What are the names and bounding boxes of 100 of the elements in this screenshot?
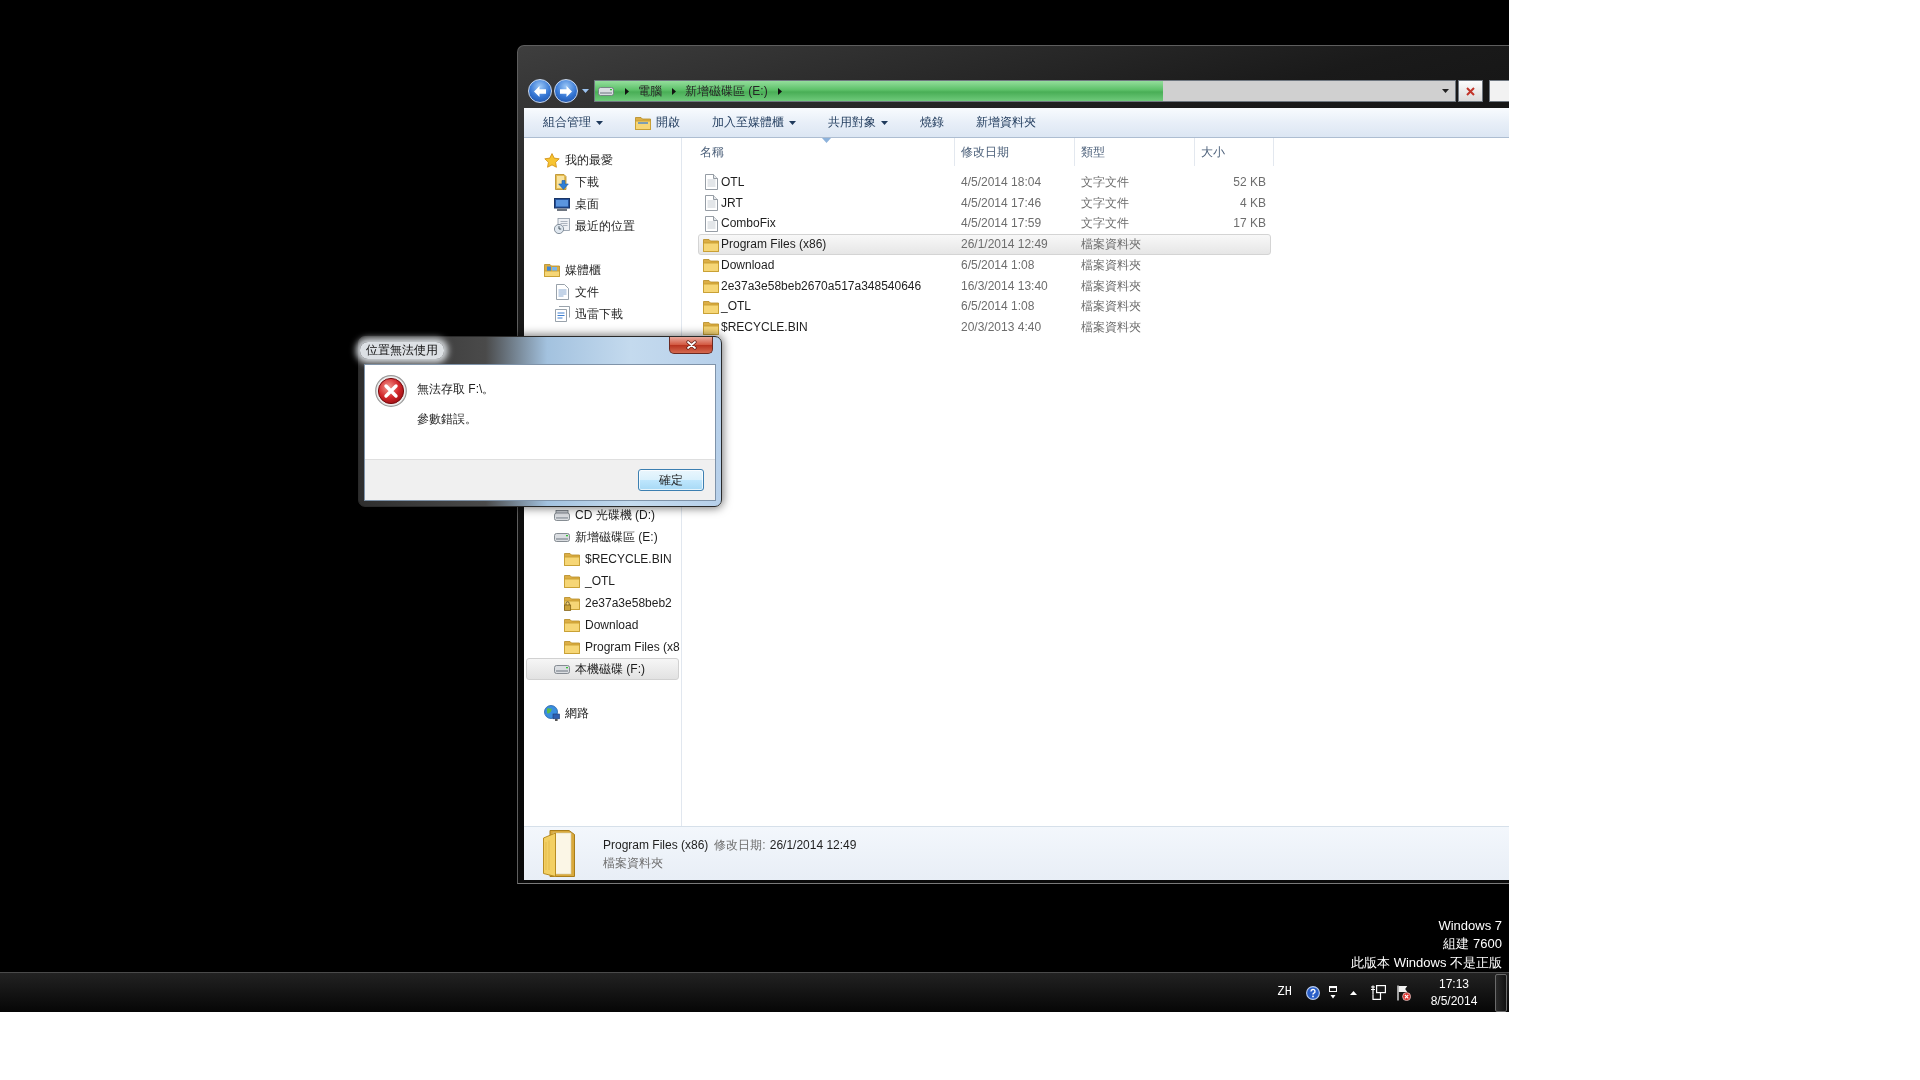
nav-item[interactable]: 新增磁碟區 (E:) <box>526 526 679 548</box>
modified-date: 4/5/2014 17:59 <box>961 215 1042 233</box>
breadcrumb-item[interactable]: 電腦 <box>633 82 667 100</box>
monitor-icon <box>554 197 570 211</box>
drive-icon <box>598 86 614 96</box>
address-dropdown-button[interactable] <box>1442 89 1449 93</box>
file-row[interactable]: JRT 4/5/2014 17:46 文字文件 4 KB <box>698 192 1271 214</box>
file-row[interactable]: ComboFix 4/5/2014 17:59 文字文件 17 KB <box>698 213 1271 235</box>
document-icon <box>555 284 569 300</box>
column-header[interactable]: 修改日期 <box>955 138 1075 166</box>
folder-icon <box>703 237 719 252</box>
star-icon <box>544 152 560 168</box>
modified-date: 6/5/2014 1:08 <box>961 256 1035 274</box>
file-row[interactable]: $RECYCLE.BIN 20/3/2013 4:40 檔案資料夾 <box>698 317 1271 338</box>
file-row[interactable]: Program Files (x86) 26/1/2014 12:49 檔案資料夾 <box>698 234 1271 255</box>
nav-item[interactable]: Download <box>526 614 679 636</box>
nav-item[interactable]: $RECYCLE.BIN <box>526 548 679 570</box>
folder-icon <box>703 320 719 335</box>
nav-item[interactable]: Program Files (x8 <box>526 636 679 658</box>
command-button[interactable]: 共用對象 <box>822 110 894 135</box>
command-button[interactable]: 新增資料夾 <box>970 110 1042 135</box>
help-icon[interactable] <box>1306 985 1320 1000</box>
nav-item[interactable]: _OTL <box>526 570 679 592</box>
command-button[interactable]: 加入至媒體櫃 <box>706 110 802 135</box>
flag-error-icon[interactable] <box>1396 984 1411 1001</box>
desktop-notice-text: Windows 7 <box>1438 916 1502 935</box>
library-folder-icon <box>544 263 560 277</box>
file-type: 檔案資料夾 <box>1081 277 1141 295</box>
text-file-icon <box>704 174 718 191</box>
language-button[interactable]: ZH <box>1277 984 1292 1001</box>
ok-button[interactable]: 確定 <box>638 469 704 491</box>
caret-down-icon <box>1442 89 1449 93</box>
nav-item[interactable]: 2e37a3e58beb2 <box>526 592 679 614</box>
file-name: _OTL <box>721 298 751 316</box>
close-button[interactable] <box>669 337 713 354</box>
show-desktop-button[interactable] <box>1495 973 1507 1012</box>
address-bar[interactable]: 電腦 新增磁碟區 (E:) <box>594 80 1456 102</box>
folder-icon <box>703 258 719 273</box>
nav-item[interactable]: 迅雷下載 <box>526 303 679 325</box>
column-header[interactable]: 類型 <box>1075 138 1195 166</box>
modified-date: 4/5/2014 17:46 <box>961 194 1042 212</box>
nav-item[interactable]: 下載 <box>526 171 679 193</box>
file-name: $RECYCLE.BIN <box>721 319 808 336</box>
nav-item[interactable]: CD 光碟機 (D:) <box>526 504 679 526</box>
folder-icon <box>564 618 580 632</box>
folder-icon <box>543 830 575 877</box>
file-name: Program Files (x86) <box>721 236 827 253</box>
document-clock-icon <box>554 218 570 234</box>
caret-up-icon[interactable] <box>1350 990 1357 995</box>
modified-date: 6/5/2014 1:08 <box>961 298 1035 316</box>
file-type: 文字文件 <box>1081 215 1129 233</box>
command-button[interactable]: 組合管理 <box>537 110 609 135</box>
folder-icon <box>703 279 719 294</box>
nav-item[interactable]: 網路 <box>526 702 679 724</box>
file-type: 檔案資料夾 <box>1081 298 1141 316</box>
error-icon <box>375 375 407 407</box>
file-type: 文字文件 <box>1081 194 1129 212</box>
caret-down-icon <box>789 120 796 125</box>
nav-item[interactable]: 本機磁碟 (F:) <box>526 658 679 680</box>
breadcrumb-arrow-icon <box>625 87 629 95</box>
file-name: JRT <box>721 194 743 212</box>
file-type: 檔案資料夾 <box>1081 319 1141 336</box>
network-monitor-icon[interactable] <box>1370 985 1386 1000</box>
command-button[interactable]: 燒錄 <box>914 110 950 135</box>
breadcrumb-arrow-icon <box>777 87 782 95</box>
nav-item[interactable]: 最近的位置 <box>526 215 679 237</box>
caret-down-icon <box>596 120 603 125</box>
details-date: 26/1/2014 12:49 <box>769 836 857 854</box>
nav-item[interactable]: 文件 <box>526 281 679 303</box>
breadcrumb-item[interactable]: 新增磁碟區 (E:) <box>680 82 773 100</box>
back-button[interactable] <box>528 79 552 103</box>
file-row[interactable]: 2e37a3e58beb2670a517a348540646 16/3/2014 13:40 檔案資料夾 <box>698 275 1271 297</box>
caret-down-icon <box>881 120 888 125</box>
nav-item[interactable]: 我的最愛 <box>526 149 679 171</box>
dialog-message: 無法存取 F:\。 <box>417 381 495 398</box>
column-header[interactable]: 名稱 <box>698 138 955 166</box>
file-name: OTL <box>721 173 745 191</box>
column-header[interactable]: 大小 <box>1195 138 1274 166</box>
file-row[interactable]: _OTL 6/5/2014 1:08 檔案資料夾 <box>698 296 1271 318</box>
folder-icon <box>703 299 719 314</box>
forward-button[interactable] <box>554 79 578 103</box>
file-row[interactable]: OTL 4/5/2014 18:04 文字文件 52 KB <box>698 172 1271 193</box>
file-size: 17 KB <box>1233 215 1266 233</box>
command-button[interactable]: 開啟 <box>629 110 686 135</box>
file-name: 2e37a3e58beb2670a517a348540646 <box>721 277 922 295</box>
file-row[interactable]: Download 6/5/2014 1:08 檔案資料夾 <box>698 255 1271 276</box>
nav-item[interactable]: 媒體櫃 <box>526 259 679 281</box>
search-field[interactable] <box>1489 80 1509 102</box>
dialog-message: 參數錯誤。 <box>417 411 478 428</box>
folder-icon <box>564 574 580 588</box>
file-size: 4 KB <box>1240 194 1266 212</box>
stacked-documents-icon <box>554 306 570 322</box>
download-folder-icon <box>555 174 569 190</box>
stop-button[interactable] <box>1458 80 1483 102</box>
window-caret-icon[interactable] <box>1329 986 1337 999</box>
details-type: 檔案資料夾 <box>603 855 663 870</box>
clock-button[interactable]: 17:13 8/5/2014 <box>1425 975 1483 1010</box>
nav-item[interactable]: 桌面 <box>526 193 679 215</box>
file-size: 52 KB <box>1233 173 1266 191</box>
modified-date: 16/3/2014 13:40 <box>961 277 1048 295</box>
